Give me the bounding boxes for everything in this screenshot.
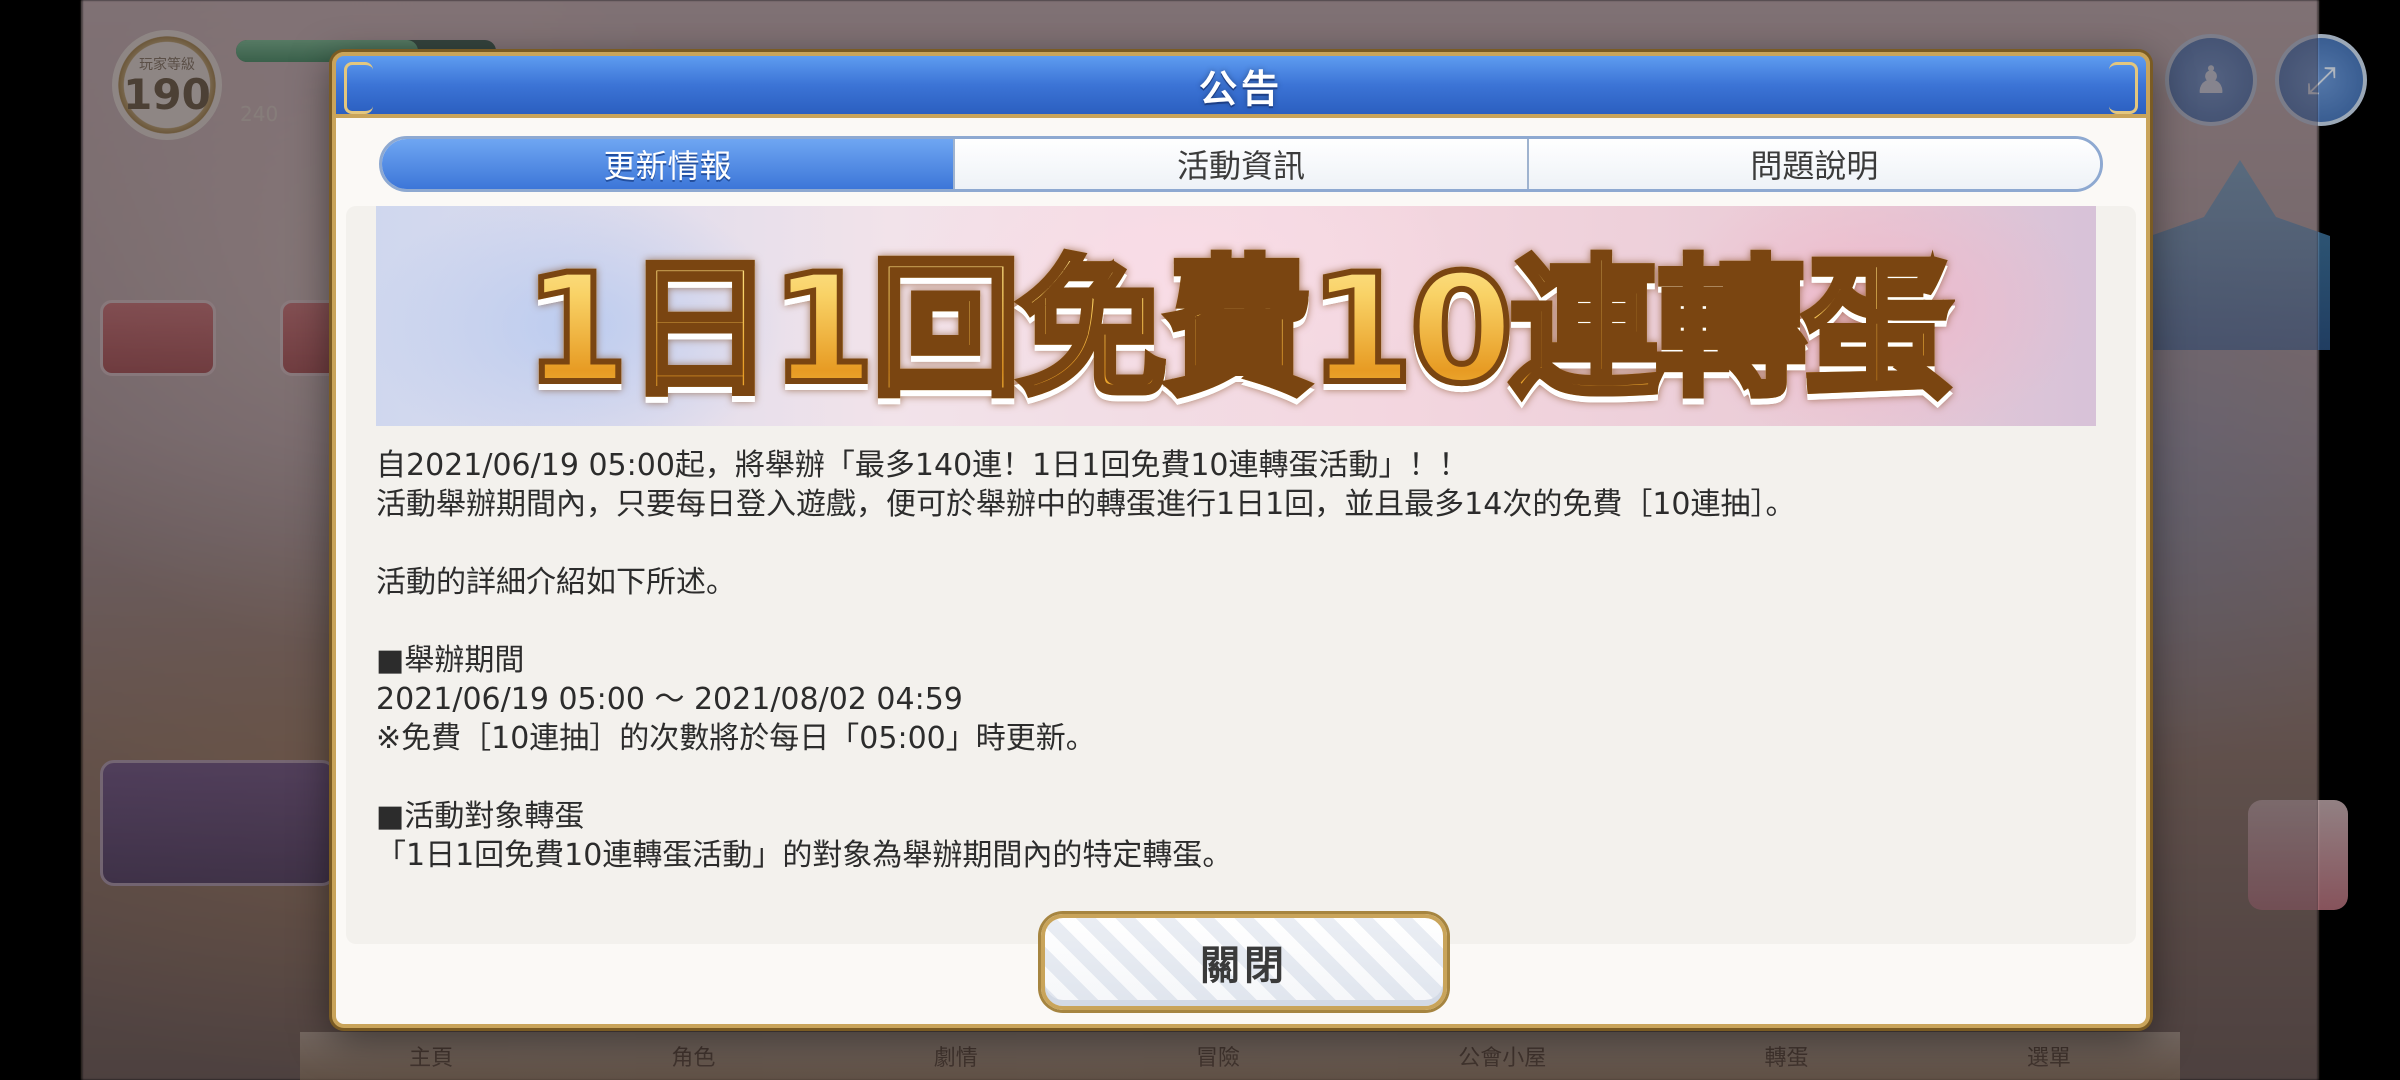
dialog-title: 公告 [1198, 66, 1283, 111]
body-line [376, 524, 2096, 563]
body-line [376, 758, 2096, 797]
close-button-label: 關閉 [1200, 943, 1288, 989]
body-line: 活動舉辦期間內，只要每日登入遊戲，便可於舉辦中的轉蛋進行1日1回，並且最多14次… [376, 487, 1796, 522]
tab-faq[interactable]: 問題說明 [1528, 139, 2100, 189]
body-line [376, 602, 2096, 641]
section-heading: ■活動對象轉蛋 [376, 799, 585, 834]
announcement-body: 自2021/06/19 05:00起，將舉辦「最多140連！1日1回免費10連轉… [376, 446, 2096, 875]
body-line: 自2021/06/19 05:00起，將舉辦「最多140連！1日1回免費10連轉… [376, 448, 1469, 483]
body-line: 活動的詳細介紹如下所述。 [376, 565, 736, 600]
body-line: ※免費［10連抽］的次數將於每日「05:00」時更新。 [376, 721, 1096, 756]
event-banner: 1日1回免費10連轉蛋 [376, 206, 2096, 426]
announcement-content[interactable]: 1日1回免費10連轉蛋 自2021/06/19 05:00起，將舉辦「最多140… [346, 206, 2136, 944]
dialog-header: 公告 [332, 52, 2150, 118]
section-heading: ■舉辦期間 [376, 643, 525, 678]
announcement-tabs: 更新情報 活動資訊 問題說明 [379, 136, 2103, 192]
tab-update-info[interactable]: 更新情報 [382, 139, 956, 189]
close-button[interactable]: 關閉 [1041, 914, 1447, 1010]
tab-event-info[interactable]: 活動資訊 [955, 139, 1529, 189]
body-line: 「1日1回免費10連轉蛋活動」的對象為舉辦期間內的特定轉蛋。 [376, 838, 1233, 873]
banner-title: 1日1回免費10連轉蛋 [521, 208, 1954, 425]
body-line: 2021/06/19 05:00 ～ 2021/08/02 04:59 [376, 682, 963, 717]
announcement-dialog: 公告 更新情報 活動資訊 問題說明 1日1回免費10連轉蛋 自2021/06/1… [332, 52, 2150, 1028]
